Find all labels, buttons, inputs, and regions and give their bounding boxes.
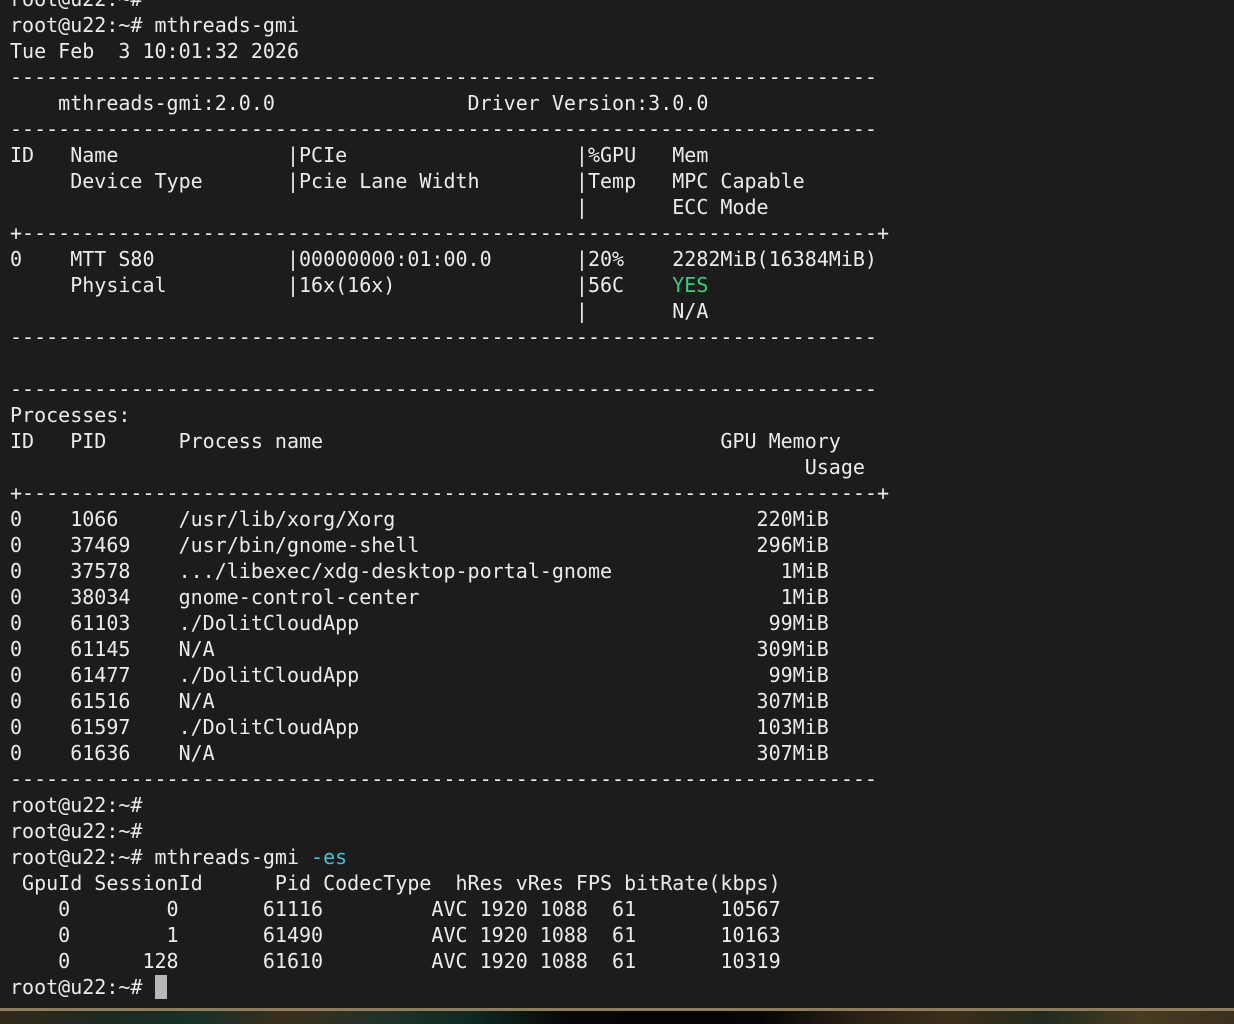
terminal-line: 0 0 61116 AVC 1920 1088 61 10567 [10, 896, 889, 922]
terminal-line: ----------------------------------------… [10, 324, 889, 350]
terminal-text: Tue Feb 3 10:01:32 2026 [10, 39, 299, 63]
terminal-line: root@u22:~# [10, 818, 889, 844]
terminal-line: root@u22:~# [10, 974, 889, 1000]
terminal-cursor [155, 975, 167, 999]
terminal-text: root@u22:~# [10, 819, 142, 843]
terminal-line: Usage [10, 454, 889, 480]
terminal-text: ----------------------------------------… [10, 767, 877, 791]
terminal-text: GpuId SessionId Pid CodecType hRes vRes … [10, 871, 781, 895]
terminal-text: ----------------------------------------… [10, 117, 877, 141]
terminal-text: Usage [10, 455, 865, 479]
terminal-line: Device Type |Pcie Lane Width |Temp MPC C… [10, 168, 889, 194]
terminal-line: 0 37469 /usr/bin/gnome-shell 296MiB [10, 532, 889, 558]
terminal-text: Device Type |Pcie Lane Width |Temp MPC C… [10, 169, 805, 193]
terminal-text: root@u22:~# mthreads-gmi [10, 845, 311, 869]
terminal-line: root@u22:~# mthreads-gmi -es [10, 844, 889, 870]
terminal-text: 0 37469 /usr/bin/gnome-shell 296MiB [10, 533, 829, 557]
terminal-line: 0 38034 gnome-control-center 1MiB [10, 584, 889, 610]
terminal-text: 0 61636 N/A 307MiB [10, 741, 829, 765]
terminal-text: | ECC Mode [10, 195, 769, 219]
terminal-line: 0 61597 ./DolitCloudApp 103MiB [10, 714, 889, 740]
terminal-text: 0 61597 ./DolitCloudApp 103MiB [10, 715, 829, 739]
terminal-text: root@u22:~# [10, 975, 155, 999]
terminal-line: 0 61636 N/A 307MiB [10, 740, 889, 766]
terminal-text: 0 61516 N/A 307MiB [10, 689, 829, 713]
terminal-text: 0 38034 gnome-control-center 1MiB [10, 585, 829, 609]
terminal-text: Processes: [10, 403, 130, 427]
terminal-line: +---------------------------------------… [10, 220, 889, 246]
command-flag-es: -es [311, 845, 347, 869]
terminal-line: 0 61477 ./DolitCloudApp 99MiB [10, 662, 889, 688]
screen: { "terminal": { "colors": { "bg": "#1c1c… [0, 0, 1234, 1024]
terminal-line: ID Name |PCIe |%GPU Mem [10, 142, 889, 168]
terminal-text: | N/A [10, 299, 708, 323]
terminal-line: ----------------------------------------… [10, 376, 889, 402]
terminal-line: mthreads-gmi:2.0.0 Driver Version:3.0.0 [10, 90, 889, 116]
terminal-line: ID PID Process name GPU Memory [10, 428, 889, 454]
terminal-line: root@u22:~# [10, 792, 889, 818]
terminal-text: mthreads-gmi:2.0.0 Driver Version:3.0.0 [10, 91, 708, 115]
terminal-text: 0 1066 /usr/lib/xorg/Xorg 220MiB [10, 507, 829, 531]
terminal-line: ----------------------------------------… [10, 64, 889, 90]
terminal-line: Tue Feb 3 10:01:32 2026 [10, 38, 889, 64]
terminal-text: 0 37578 .../libexec/xdg-desktop-portal-g… [10, 559, 829, 583]
terminal-window[interactable]: root@u22:~#root@u22:~# mthreads-gmiTue F… [0, 0, 1234, 1008]
terminal-line: 0 61103 ./DolitCloudApp 99MiB [10, 610, 889, 636]
terminal-line: +---------------------------------------… [10, 480, 889, 506]
terminal-text: 0 128 61610 AVC 1920 1088 61 10319 [10, 949, 781, 973]
terminal-text: root@u22:~# [10, 793, 142, 817]
terminal-text: Physical |16x(16x) |56C [10, 273, 672, 297]
terminal-text: ID Name |PCIe |%GPU Mem [10, 143, 708, 167]
terminal-text: 0 61477 ./DolitCloudApp 99MiB [10, 663, 829, 687]
terminal-text: 0 MTT S80 |00000000:01:00.0 |20% 2282MiB… [10, 247, 877, 271]
terminal-line: 0 128 61610 AVC 1920 1088 61 10319 [10, 948, 889, 974]
terminal-line: Processes: [10, 402, 889, 428]
terminal-text: ID PID Process name GPU Memory [10, 429, 841, 453]
terminal-line: ----------------------------------------… [10, 116, 889, 142]
terminal-line: 0 37578 .../libexec/xdg-desktop-portal-g… [10, 558, 889, 584]
terminal-text: 0 61103 ./DolitCloudApp 99MiB [10, 611, 829, 635]
terminal-line: GpuId SessionId Pid CodecType hRes vRes … [10, 870, 889, 896]
terminal-text: 0 1 61490 AVC 1920 1088 61 10163 [10, 923, 781, 947]
terminal-line: 0 61516 N/A 307MiB [10, 688, 889, 714]
terminal-text: ----------------------------------------… [10, 325, 877, 349]
terminal-line: ----------------------------------------… [10, 766, 889, 792]
desktop-wallpaper [0, 1011, 1234, 1024]
terminal-line: | ECC Mode [10, 194, 889, 220]
terminal-text: 0 61145 N/A 309MiB [10, 637, 829, 661]
terminal-line: 0 MTT S80 |00000000:01:00.0 |20% 2282MiB… [10, 246, 889, 272]
terminal-line: 0 1 61490 AVC 1920 1088 61 10163 [10, 922, 889, 948]
terminal-text: ----------------------------------------… [10, 377, 877, 401]
terminal-line: 0 61145 N/A 309MiB [10, 636, 889, 662]
terminal-line [10, 350, 889, 376]
terminal-line: Physical |16x(16x) |56C YES [10, 272, 889, 298]
terminal-text: +---------------------------------------… [10, 481, 889, 505]
terminal-text: +---------------------------------------… [10, 221, 889, 245]
terminal-text: root@u22:~# [10, 0, 142, 11]
terminal-line: root@u22:~# mthreads-gmi [10, 12, 889, 38]
terminal-text: 0 0 61116 AVC 1920 1088 61 10567 [10, 897, 781, 921]
terminal-line: 0 1066 /usr/lib/xorg/Xorg 220MiB [10, 506, 889, 532]
terminal-line: | N/A [10, 298, 889, 324]
terminal-line: root@u22:~# [10, 0, 889, 12]
terminal-output: root@u22:~#root@u22:~# mthreads-gmiTue F… [10, 0, 889, 1000]
terminal-text: root@u22:~# mthreads-gmi [10, 13, 299, 37]
terminal-text: ----------------------------------------… [10, 65, 877, 89]
mpc-capable-yes: YES [672, 273, 708, 297]
